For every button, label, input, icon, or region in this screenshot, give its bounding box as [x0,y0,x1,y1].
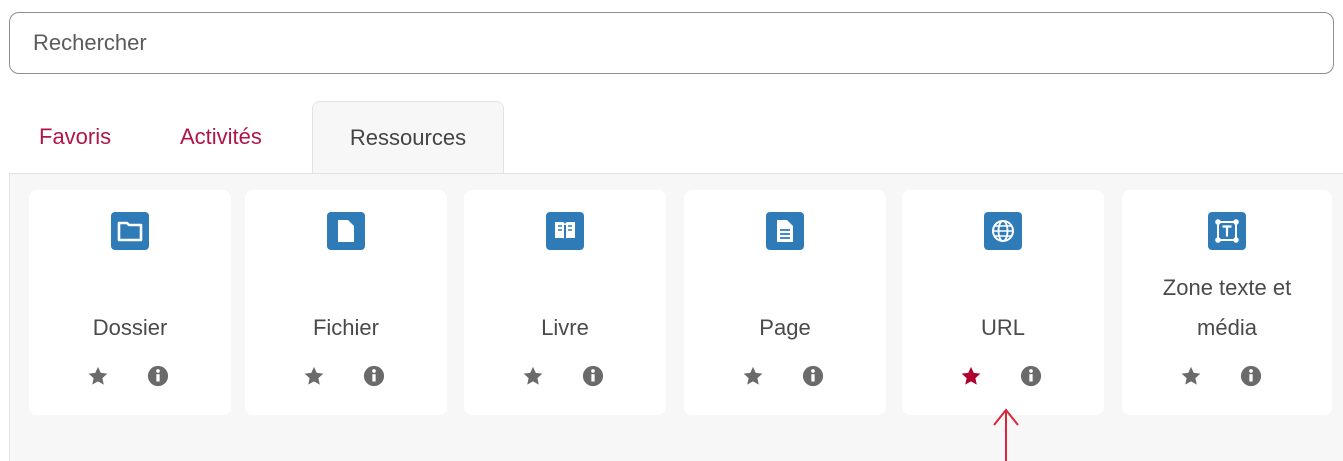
card-name: Dossier [92,315,168,340]
star-icon[interactable] [1180,365,1202,387]
card-name: URL [980,315,1025,340]
page-icon [766,212,804,250]
card-url[interactable]: URL [902,190,1104,415]
card-name-line1: Zone texte et [1162,275,1292,300]
card-name: Page [759,315,811,340]
card-zone-texte-media[interactable]: Zone texte et média [1122,190,1332,415]
card-livre[interactable]: Livre [464,190,666,415]
star-icon[interactable] [522,365,544,387]
resources-panel: Dossier Fichier Livre Page URL Zone text… [9,173,1343,461]
info-icon[interactable] [802,365,824,387]
tab-activites[interactable]: Activités [180,101,262,173]
tab-bar: Favoris Activités Ressources [9,101,1343,174]
info-icon[interactable] [1020,365,1042,387]
card-name: Fichier [312,315,379,340]
file-icon [327,212,365,250]
star-icon-favorite[interactable] [960,365,982,387]
annotation-arrow-icon [993,408,1019,461]
card-fichier[interactable]: Fichier [245,190,447,415]
info-icon[interactable] [582,365,604,387]
search-placeholder: Rechercher [33,30,147,55]
tab-ressources[interactable]: Ressources [312,101,504,174]
star-icon[interactable] [87,365,109,387]
folder-icon [111,212,149,250]
globe-icon [984,212,1022,250]
star-icon[interactable] [303,365,325,387]
star-icon[interactable] [742,365,764,387]
info-icon[interactable] [363,365,385,387]
card-name-line2: média [1197,315,1257,340]
card-page[interactable]: Page [684,190,886,415]
book-icon [546,212,584,250]
info-icon[interactable] [147,365,169,387]
text-area-icon [1208,212,1246,250]
info-icon[interactable] [1240,365,1262,387]
search-input[interactable]: Rechercher [9,12,1334,74]
tab-favoris[interactable]: Favoris [39,101,111,173]
card-name: Livre [541,315,589,340]
card-dossier[interactable]: Dossier [29,190,231,415]
